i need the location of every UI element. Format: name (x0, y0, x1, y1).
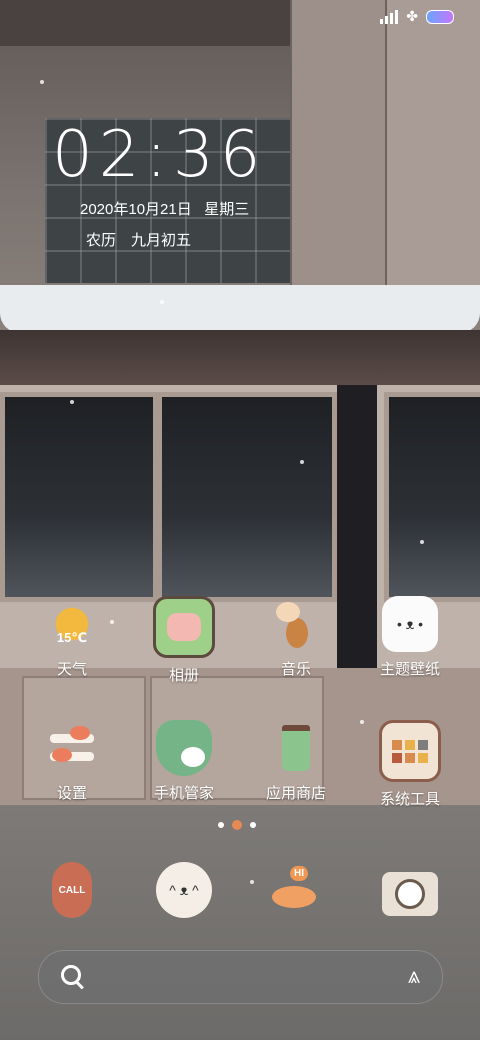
page-dot-current[interactable] (232, 820, 242, 830)
cup-store-icon (268, 720, 324, 776)
snowflake (70, 400, 74, 404)
hi-bubble: HI (290, 866, 308, 881)
wallpaper-curtain (290, 0, 387, 300)
weekday-text: 星期三 (204, 201, 250, 218)
call-phone-icon: CALL (52, 862, 92, 918)
clock-time[interactable]: 02:36 (52, 118, 266, 192)
app-themes[interactable]: • ᴥ • 主题壁纸 (362, 596, 458, 679)
fish-hi-icon: HI (268, 862, 324, 918)
snowflake (300, 460, 304, 464)
app-music[interactable]: 音乐 (248, 596, 344, 679)
dock-messages[interactable]: HI (248, 862, 344, 918)
clover-icon: ✤ (406, 8, 418, 24)
app-label: 天气 (56, 661, 87, 678)
tools-folder-icon (379, 720, 441, 782)
app-manager[interactable]: 手机管家 (136, 720, 232, 803)
search-icon[interactable] (61, 965, 81, 985)
cat-guitar-icon (268, 596, 324, 652)
pig-photo-icon (153, 596, 215, 658)
page-dot[interactable] (218, 822, 224, 828)
page-indicator[interactable] (218, 820, 256, 830)
white-cat-icon: • ᴥ • (382, 596, 438, 652)
dock-phone[interactable]: CALL (24, 862, 120, 918)
snowflake (160, 300, 164, 304)
app-label: 设置 (56, 785, 87, 802)
app-label: 音乐 (280, 661, 311, 678)
sunflower-weather-icon: 15℃ (44, 596, 100, 652)
snowflake (40, 80, 44, 84)
dock-contacts[interactable]: ^ ᴥ ^ (136, 862, 232, 918)
app-label: 系统工具 (379, 791, 440, 808)
app-tools-folder[interactable]: 系统工具 (362, 720, 458, 809)
lunar-date[interactable]: 农历 九月初五 (86, 229, 191, 250)
fish-settings-icon (44, 720, 100, 776)
call-text: CALL (58, 884, 86, 896)
app-label: 主题壁纸 (379, 661, 440, 678)
app-settings[interactable]: 设置 (24, 720, 120, 803)
app-label: 应用商店 (265, 785, 326, 802)
wallpaper-ground (0, 805, 480, 1040)
wallpaper-shop-window (157, 392, 337, 602)
wallpaper-shop-window (384, 392, 480, 602)
wallpaper-curtain (385, 0, 480, 300)
app-store[interactable]: 应用商店 (248, 720, 344, 803)
camera-icon (382, 872, 438, 916)
page-dot[interactable] (250, 822, 256, 828)
battery-icon (426, 9, 454, 24)
assistant-icon[interactable]: ⩓ (408, 963, 420, 989)
dock-camera[interactable] (362, 862, 458, 916)
app-weather[interactable]: 15℃ 天气 (24, 596, 120, 679)
wallpaper-shop-window (0, 392, 158, 602)
date-text: 2020年10月21日 (80, 201, 192, 218)
clock-date[interactable]: 2020年10月21日 星期三 (80, 198, 249, 219)
wallpaper-eave (0, 330, 480, 385)
shield-bunny-icon (156, 720, 212, 776)
snowflake (420, 540, 424, 544)
status-bar: ✤ (380, 8, 454, 25)
weather-temp: 15℃ (56, 630, 88, 645)
app-label: 相册 (168, 667, 199, 684)
signal-icon (380, 9, 399, 24)
search-bar[interactable]: ⩓ (38, 950, 443, 1004)
app-album[interactable]: 相册 (136, 596, 232, 685)
app-label: 手机管家 (153, 785, 214, 802)
wallpaper-snow (0, 285, 480, 333)
cat-face-icon: ^ ᴥ ^ (156, 862, 212, 918)
